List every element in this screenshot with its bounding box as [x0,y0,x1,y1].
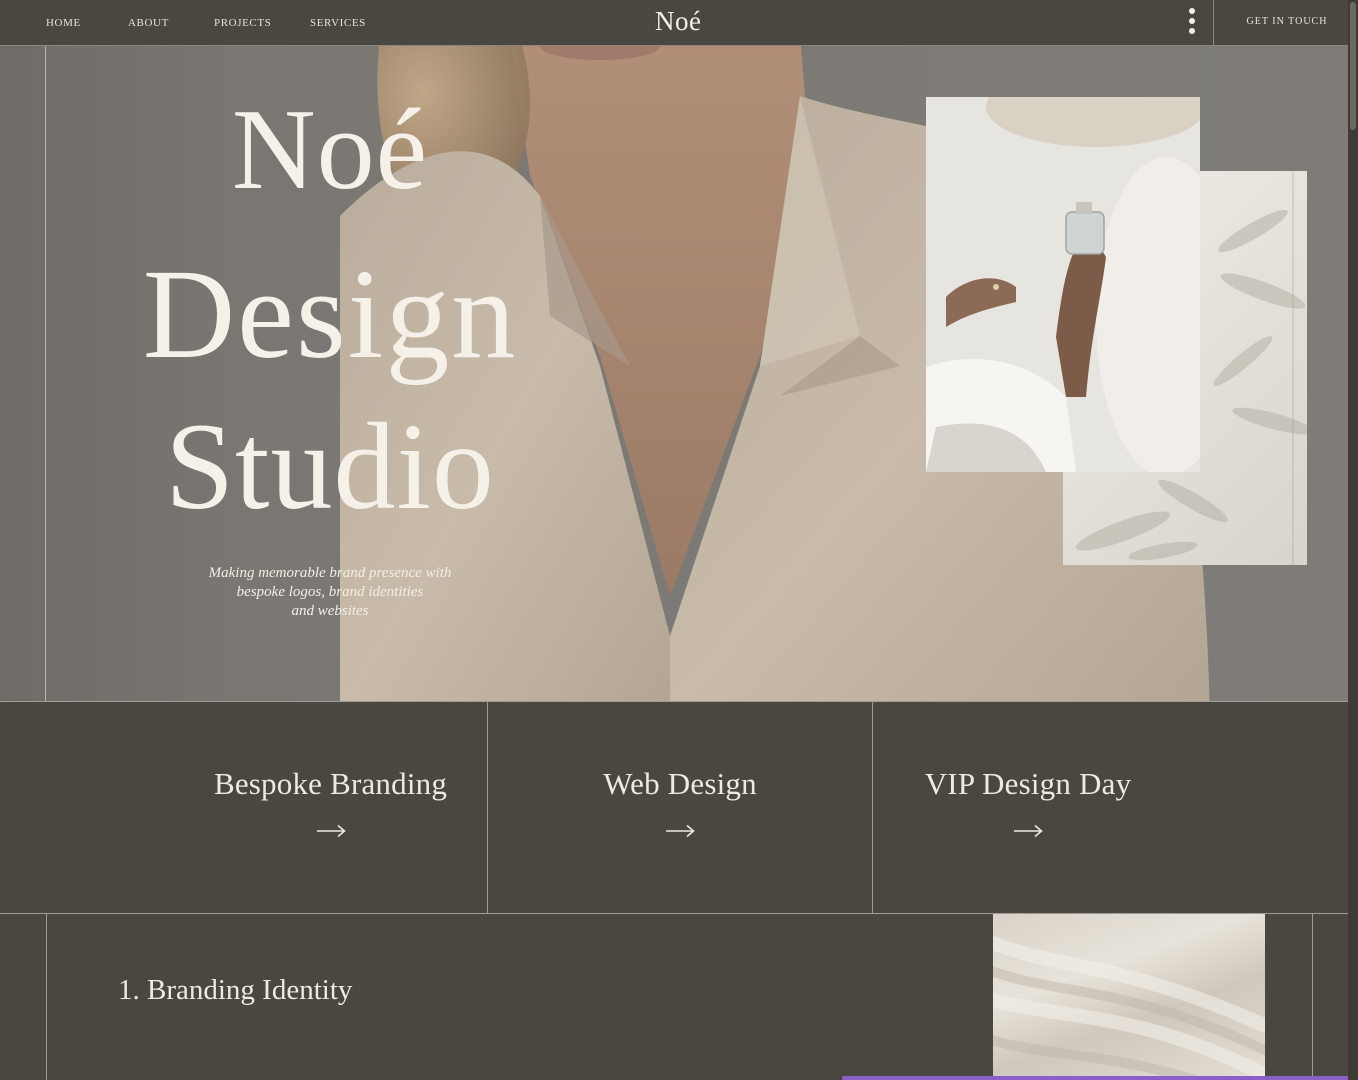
vip-design-day-card[interactable]: VIP Design Day [873,702,1183,914]
more-menu-icon[interactable] [1186,8,1198,38]
arrow-right-icon [1014,824,1043,838]
nav-divider [1213,0,1214,46]
perfume-photo [926,97,1200,472]
section-border-right [1312,914,1313,1080]
tagline-line: Making memorable brand presence with [208,565,452,581]
hero-section: Noé Design Studio Making memorable brand… [0,46,1348,701]
arrow-right-icon [666,824,695,838]
site-logo[interactable]: Noé [655,6,701,37]
branding-identity-heading: 1. Branding Identity [118,974,353,1006]
hero-tagline: Making memorable brand presence with bes… [160,564,500,621]
nav-home-link[interactable]: HOME [46,17,81,29]
services-row: Bespoke Branding Web Design VIP Design D… [0,701,1348,914]
service-title: VIP Design Day [924,766,1132,801]
branding-identity-section: 1. Branding Identity [0,914,1348,1080]
tagline-line: bespoke logos, brand identities [236,584,424,600]
nav-services-link[interactable]: SERVICES [310,17,366,29]
nav-about-link[interactable]: ABOUT [128,17,169,29]
service-title: Bespoke Branding [213,766,448,801]
top-navigation: HOME ABOUT PROJECTS SERVICES Noé GET IN … [0,0,1348,46]
fabric-texture-photo [993,914,1265,1080]
scrollbar-thumb[interactable] [1350,2,1356,130]
bespoke-branding-card[interactable]: Bespoke Branding [174,702,487,914]
hero-title-line-3: Studio [165,398,495,535]
get-in-touch-link[interactable]: GET IN TOUCH [1226,16,1348,27]
floating-accent-bar [842,1076,1358,1080]
service-title: Web Design [603,766,757,801]
nav-projects-link[interactable]: PROJECTS [214,17,271,29]
hero-title-line-1: Noé [231,86,429,214]
web-design-card[interactable]: Web Design [488,702,872,914]
tagline-line: and websites [291,603,369,619]
scrollbar-track[interactable] [1348,0,1358,1080]
hero-title-line-2: Design [142,243,518,385]
section-border-left [46,914,47,1080]
arrow-right-icon [316,824,346,838]
